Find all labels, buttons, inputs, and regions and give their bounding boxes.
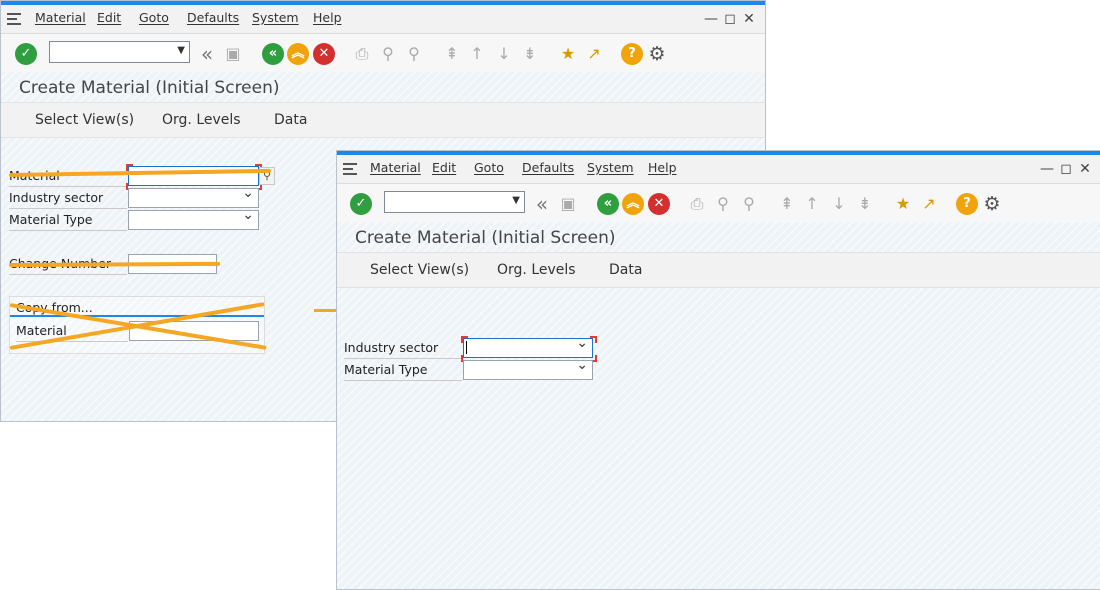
gear-icon[interactable]: ⚙ <box>981 193 1003 215</box>
application-toolbar: Select View(s) Org. Levels Data <box>1 102 765 138</box>
double-chevron-left-icon[interactable]: « <box>531 193 553 215</box>
industry-sector-dropdown[interactable] <box>463 335 593 358</box>
minimize-button[interactable]: — <box>703 10 719 28</box>
org-levels-button[interactable]: Org. Levels <box>162 112 241 128</box>
page-title: Create Material (Initial Screen) <box>19 78 280 98</box>
checkmark-icon[interactable]: ✓ <box>350 193 372 215</box>
back-icon[interactable]: « <box>597 193 619 215</box>
maximize-button[interactable]: ◻ <box>722 10 738 28</box>
select-views-button[interactable]: Select View(s) <box>370 262 469 278</box>
command-field[interactable]: ▼ <box>384 191 525 213</box>
back-icon[interactable]: « <box>262 43 284 65</box>
create-session-icon[interactable]: ★ <box>892 193 914 215</box>
next-page-icon[interactable]: ↓ <box>493 43 515 65</box>
menu-icon[interactable] <box>7 13 23 25</box>
material-type-dropdown[interactable] <box>463 357 593 380</box>
exit-icon[interactable]: ︽ <box>622 193 644 215</box>
menu-defaults[interactable]: Defaults <box>187 10 239 25</box>
application-toolbar: Select View(s) Org. Levels Data <box>337 252 1100 288</box>
menu-material[interactable]: Material <box>370 160 421 175</box>
industry-sector-dropdown[interactable] <box>128 185 259 208</box>
shortcut-icon[interactable]: ↗ <box>583 43 605 65</box>
industry-sector-label: Industry sector <box>9 188 127 209</box>
save-icon[interactable]: ▣ <box>557 193 579 215</box>
toolbar: ✓ ▼ « ▣ « ︽ ✕ ⎙ ⚲ ⚲ ⇞ ↑ ↓ ⇟ ★ ↗ ? ⚙ <box>337 184 1100 222</box>
find-icon[interactable]: ⚲ <box>377 43 399 65</box>
double-chevron-left-icon[interactable]: « <box>196 43 218 65</box>
menu-goto[interactable]: Goto <box>474 160 504 175</box>
menu-icon[interactable] <box>343 163 359 175</box>
industry-sector-label: Industry sector <box>344 338 462 359</box>
minimize-button[interactable]: — <box>1039 160 1055 178</box>
menu-goto[interactable]: Goto <box>139 10 169 25</box>
menu-bar: Material Edit Goto Defaults System Help … <box>337 155 1100 184</box>
material-type-label: Material Type <box>9 210 127 231</box>
menu-bar: Material Edit Goto Defaults System Help … <box>1 5 765 34</box>
print-icon[interactable]: ⎙ <box>351 43 373 65</box>
last-page-icon[interactable]: ⇟ <box>854 193 876 215</box>
find-next-icon[interactable]: ⚲ <box>403 43 425 65</box>
cancel-icon[interactable]: ✕ <box>648 193 670 215</box>
maximize-button[interactable]: ◻ <box>1058 160 1074 178</box>
chevron-down-icon: ▼ <box>512 195 520 206</box>
data-button[interactable]: Data <box>274 112 307 128</box>
save-icon[interactable]: ▣ <box>222 43 244 65</box>
help-icon[interactable]: ? <box>621 43 643 65</box>
checkmark-icon[interactable]: ✓ <box>15 43 37 65</box>
sap-window-after: Material Edit Goto Defaults System Help … <box>336 150 1100 590</box>
last-page-icon[interactable]: ⇟ <box>519 43 541 65</box>
first-page-icon[interactable]: ⇞ <box>776 193 798 215</box>
help-icon[interactable]: ? <box>956 193 978 215</box>
print-icon[interactable]: ⎙ <box>686 193 708 215</box>
cancel-icon[interactable]: ✕ <box>313 43 335 65</box>
command-field[interactable]: ▼ <box>49 41 190 63</box>
menu-help[interactable]: Help <box>313 10 342 25</box>
chevron-down-icon: ▼ <box>177 45 185 56</box>
shortcut-icon[interactable]: ↗ <box>918 193 940 215</box>
material-type-label: Material Type <box>344 360 462 381</box>
page-title: Create Material (Initial Screen) <box>355 228 616 248</box>
previous-page-icon[interactable]: ↑ <box>466 43 488 65</box>
first-page-icon[interactable]: ⇞ <box>441 43 463 65</box>
data-button[interactable]: Data <box>609 262 642 278</box>
find-next-icon[interactable]: ⚲ <box>738 193 760 215</box>
org-levels-button[interactable]: Org. Levels <box>497 262 576 278</box>
create-session-icon[interactable]: ★ <box>557 43 579 65</box>
toolbar: ✓ ▼ « ▣ « ︽ ✕ ⎙ ⚲ ⚲ ⇞ ↑ ↓ ⇟ ★ ↗ ? ⚙ <box>1 34 765 72</box>
material-type-dropdown[interactable] <box>128 207 259 230</box>
menu-system[interactable]: System <box>587 160 634 175</box>
gear-icon[interactable]: ⚙ <box>646 43 668 65</box>
next-page-icon[interactable]: ↓ <box>828 193 850 215</box>
menu-defaults[interactable]: Defaults <box>522 160 574 175</box>
menu-edit[interactable]: Edit <box>432 160 456 175</box>
exit-icon[interactable]: ︽ <box>287 43 309 65</box>
close-button[interactable]: ✕ <box>741 10 757 28</box>
menu-system[interactable]: System <box>252 10 299 25</box>
previous-page-icon[interactable]: ↑ <box>801 193 823 215</box>
close-button[interactable]: ✕ <box>1077 160 1093 178</box>
menu-help[interactable]: Help <box>648 160 677 175</box>
select-views-button[interactable]: Select View(s) <box>35 112 134 128</box>
menu-material[interactable]: Material <box>35 10 86 25</box>
menu-edit[interactable]: Edit <box>97 10 121 25</box>
find-icon[interactable]: ⚲ <box>712 193 734 215</box>
